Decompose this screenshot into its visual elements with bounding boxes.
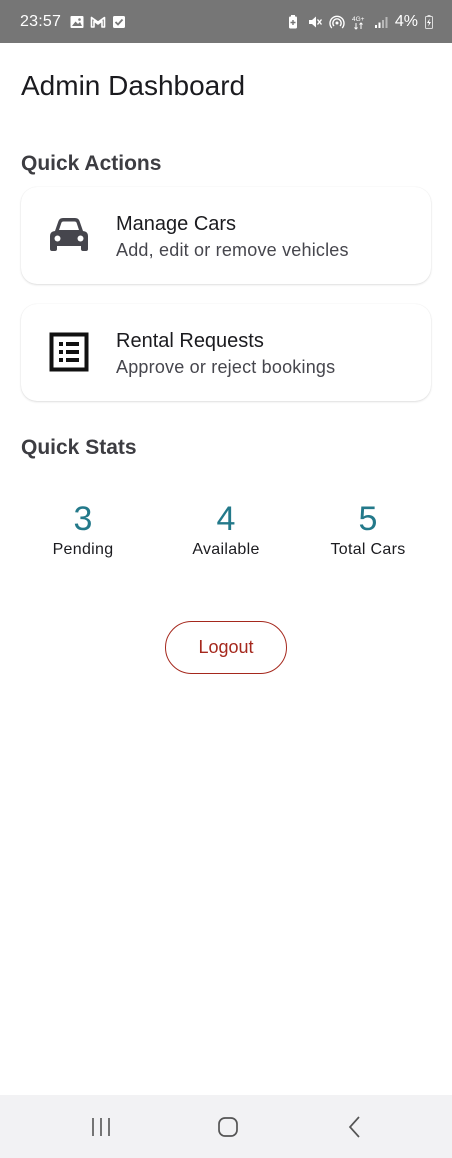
recents-icon[interactable] — [86, 1113, 116, 1141]
gmail-icon — [90, 16, 106, 28]
stat-pending-value: 3 — [73, 500, 93, 538]
image-icon — [70, 15, 84, 28]
stat-available: 4 Available — [156, 498, 296, 559]
home-icon[interactable] — [213, 1113, 243, 1141]
battery-percent: 4% — [394, 12, 418, 30]
charging-icon — [425, 14, 433, 29]
rental-requests-title: Rental Requests — [116, 330, 264, 352]
stat-available-value: 4 — [216, 500, 236, 538]
rental-requests-text: Rental Requests Approve or reject bookin… — [116, 328, 335, 380]
check-box-icon — [113, 15, 126, 28]
car-icon — [47, 213, 91, 257]
stat-total-cars-label: Total Cars — [330, 541, 406, 558]
stat-available-label: Available — [192, 541, 260, 558]
hotspot-icon — [329, 15, 345, 28]
mute-icon — [308, 16, 322, 27]
status-right-icons: 4G+ 4% — [285, 13, 434, 31]
signal-icon — [374, 16, 388, 28]
stat-pending: 3 Pending — [13, 498, 153, 559]
rental-requests-card[interactable]: Rental Requests Approve or reject bookin… — [21, 304, 431, 401]
status-left-icons — [69, 14, 127, 30]
quick-stats-heading: Quick Stats — [21, 436, 137, 459]
manage-cars-card[interactable]: Manage Cars Add, edit or remove vehicles — [21, 187, 431, 284]
4g-icon: 4G+ — [352, 16, 365, 30]
quick-actions-heading: Quick Actions — [21, 152, 162, 175]
svg-text:4G+: 4G+ — [352, 16, 365, 23]
battery-saver-icon — [288, 14, 297, 28]
rental-requests-subtitle: Approve or reject bookings — [116, 357, 336, 377]
manage-cars-title: Manage Cars — [116, 213, 237, 235]
list-icon — [47, 330, 91, 374]
logout-button[interactable]: Logout — [165, 621, 287, 674]
stat-total-cars-value: 5 — [358, 500, 378, 538]
manage-cars-text: Manage Cars Add, edit or remove vehicles — [116, 211, 349, 263]
page-title: Admin Dashboard — [21, 70, 246, 101]
stat-pending-label: Pending — [52, 541, 114, 558]
system-nav-bar — [0, 1095, 452, 1158]
manage-cars-subtitle: Add, edit or remove vehicles — [116, 240, 349, 260]
status-bar: 23:57 4G+ 4% — [0, 0, 452, 43]
status-time: 23:57 — [20, 12, 62, 30]
back-icon[interactable] — [340, 1113, 370, 1141]
stat-total-cars: 5 Total Cars — [298, 498, 438, 559]
